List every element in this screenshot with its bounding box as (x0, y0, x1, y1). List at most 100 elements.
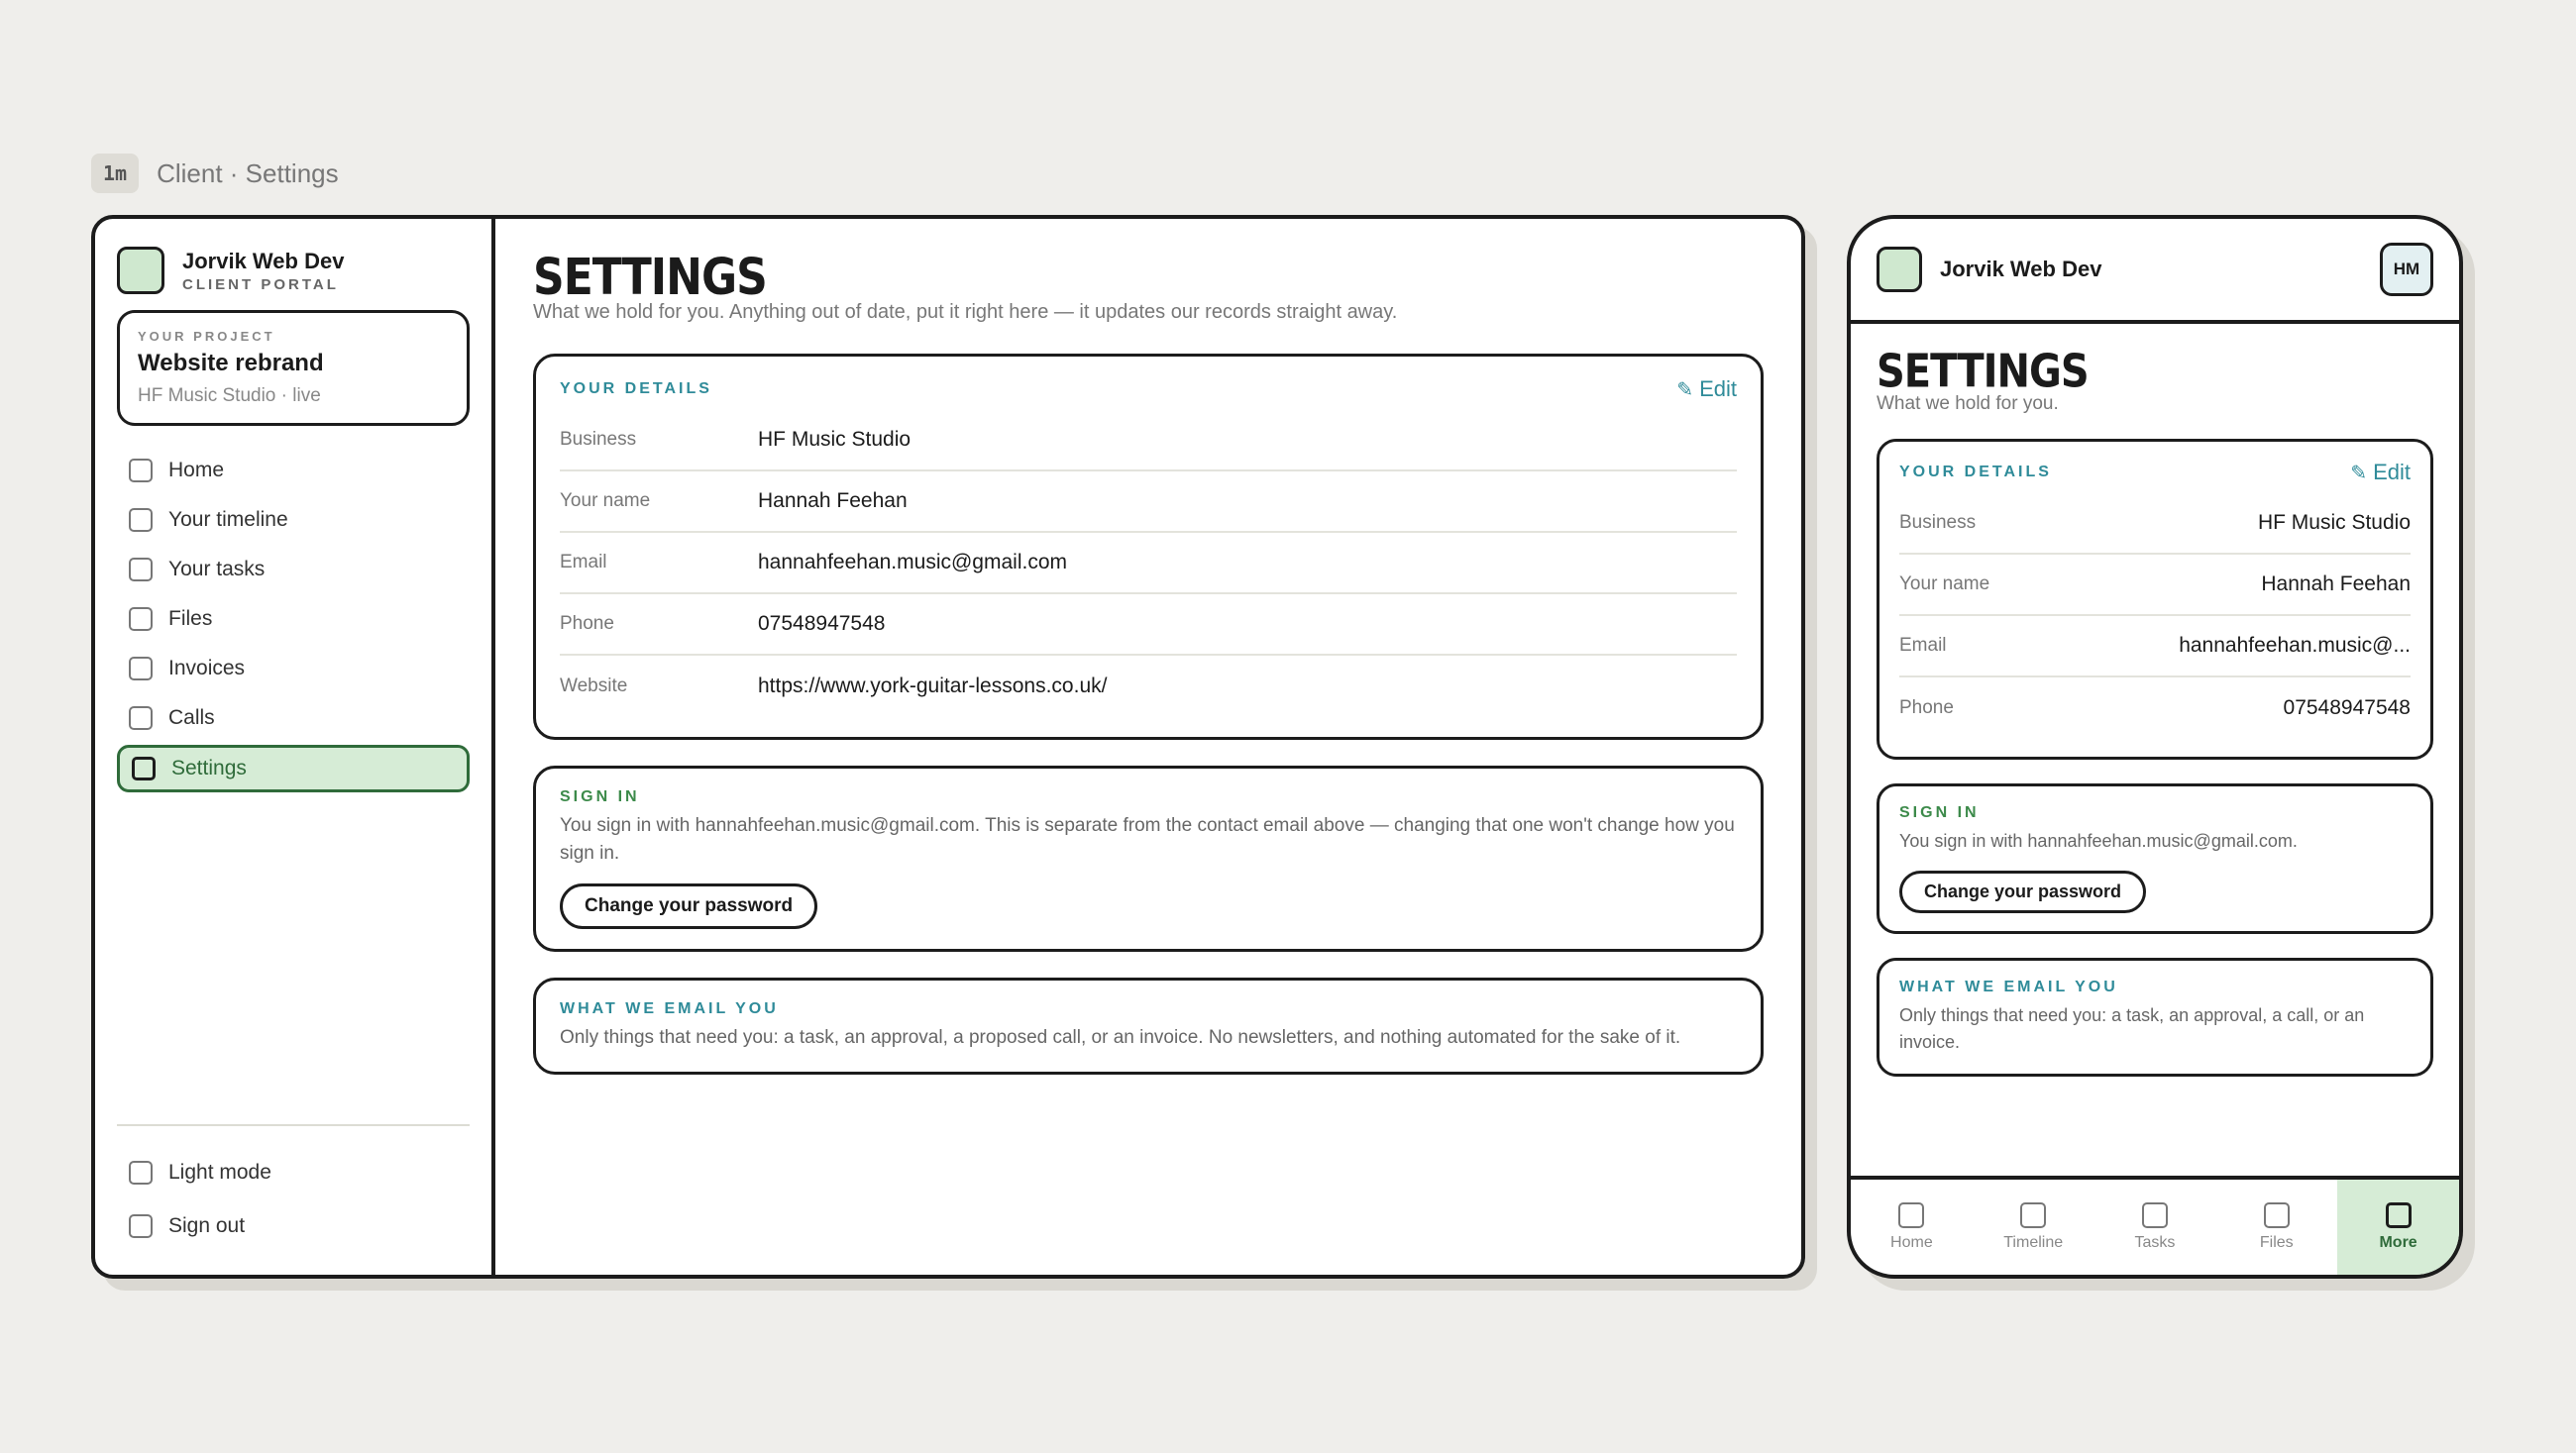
detail-key: Phone (560, 613, 614, 634)
detail-value: https://www.york-guitar-lessons.co.uk/ (758, 675, 1108, 697)
emails-card: WHAT WE EMAIL YOU Only things that need … (533, 978, 1764, 1075)
main-content: SETTINGS What we hold for you. Anything … (495, 219, 1801, 1275)
edit-details-button[interactable]: ✎ Edit (1676, 376, 1737, 402)
brand: Jorvik Web Dev CLIENT PORTAL (117, 247, 470, 294)
project-meta: HF Music Studio · live (138, 385, 321, 406)
brand-name: Jorvik Web Dev (182, 248, 345, 273)
tab-more[interactable]: More (2337, 1180, 2459, 1275)
logo-icon (117, 247, 164, 294)
desktop-frame: Jorvik Web Dev CLIENT PORTAL YOUR PROJEC… (91, 215, 1805, 1279)
mobile-tab-bar: Home Timeline Tasks Files More (1851, 1176, 2459, 1275)
sign-out-icon (129, 1214, 153, 1238)
brand-name: Jorvik Web Dev (1940, 257, 2102, 281)
pencil-icon: ✎ (2350, 462, 2368, 484)
sidebar-item-timeline[interactable]: Your timeline (117, 495, 470, 545)
detail-key: Email (560, 552, 607, 572)
details-label: YOUR DETAILS (560, 380, 712, 397)
tab-files[interactable]: Files (2215, 1180, 2337, 1275)
detail-value: Hannah Feehan (758, 489, 908, 512)
timeline-icon (129, 508, 153, 532)
sidebar-item-settings[interactable]: Settings (117, 745, 470, 792)
sidebar-item-invoices[interactable]: Invoices (117, 644, 470, 693)
detail-row: Business HF Music Studio (1899, 493, 2411, 555)
edit-label: Edit (1699, 376, 1737, 401)
detail-value: Hannah Feehan (2261, 572, 2411, 595)
home-icon (129, 459, 153, 482)
detail-row: Your name Hannah Feehan (560, 471, 1737, 533)
emails-card: WHAT WE EMAIL YOU Only things that need … (1877, 958, 2433, 1077)
screen-code: 1m (91, 154, 140, 193)
sidebar-item-label: Your tasks (168, 558, 266, 580)
project-name: Website rebrand (138, 350, 324, 376)
screen-title: Client · Settings (157, 157, 339, 188)
mobile-header: Jorvik Web Dev HM (1851, 219, 2459, 324)
light-mode-label: Light mode (168, 1161, 271, 1184)
detail-row: Business HF Music Studio (560, 410, 1737, 471)
edit-details-button[interactable]: ✎ Edit (2350, 460, 2411, 485)
emails-label: WHAT WE EMAIL YOU (560, 1000, 779, 1017)
edit-label: Edit (2373, 460, 2411, 484)
tasks-icon (129, 558, 153, 581)
detail-row: Email hannahfeehan.music@... (1899, 616, 2411, 677)
detail-key: Business (560, 429, 637, 450)
sidebar-footer: Light mode Sign out (117, 1124, 470, 1253)
details-label: YOUR DETAILS (1899, 464, 2052, 480)
sidebar-nav: Home Your timeline Your tasks Files Invo… (117, 446, 470, 1124)
detail-row: Email hannahfeehan.music@gmail.com (560, 533, 1737, 594)
tab-label: Files (2259, 1234, 2294, 1251)
emails-text: Only things that need you: a task, an ap… (560, 1027, 1681, 1048)
page-title: SETTINGS (1877, 346, 2090, 398)
sidebar: Jorvik Web Dev CLIENT PORTAL YOUR PROJEC… (95, 219, 495, 1275)
more-icon (2385, 1202, 2412, 1228)
tab-label: More (2379, 1234, 2417, 1251)
home-icon (1898, 1202, 1925, 1228)
detail-row: Phone 07548947548 (1899, 677, 2411, 739)
project-label: YOUR PROJECT (138, 329, 275, 344)
change-password-button[interactable]: Change your password (1899, 871, 2147, 913)
avatar[interactable]: HM (2380, 243, 2433, 296)
tab-label: Tasks (2134, 1234, 2176, 1251)
project-card[interactable]: YOUR PROJECT Website rebrand HF Music St… (117, 310, 470, 426)
sidebar-item-label: Your timeline (168, 508, 288, 531)
emails-text: Only things that need you: a task, an ap… (1899, 1005, 2365, 1052)
detail-row: Website https://www.york-guitar-lessons.c… (560, 656, 1737, 717)
sidebar-item-label: Home (168, 459, 225, 481)
tab-tasks[interactable]: Tasks (2094, 1180, 2216, 1275)
sign-out-button[interactable]: Sign out (117, 1199, 470, 1253)
detail-value: hannahfeehan.music@... (2179, 634, 2411, 657)
detail-key: Email (1899, 635, 1947, 656)
sidebar-item-home[interactable]: Home (117, 446, 470, 495)
detail-key: Business (1899, 512, 1977, 533)
detail-value: hannahfeehan.music@gmail.com (758, 551, 1067, 573)
change-password-button[interactable]: Change your password (560, 883, 818, 929)
sidebar-item-label: Settings (171, 757, 247, 779)
light-mode-icon (129, 1161, 153, 1185)
detail-value: 07548947548 (758, 612, 886, 635)
pencil-icon: ✎ (1676, 378, 1694, 401)
signin-text: You sign in with hannahfeehan.music@gmai… (1899, 831, 2298, 851)
invoices-icon (129, 657, 153, 680)
calls-icon (129, 706, 153, 730)
page-title: SETTINGS (533, 249, 768, 307)
files-icon (2263, 1202, 2290, 1228)
sidebar-item-label: Calls (168, 706, 215, 729)
sidebar-item-tasks[interactable]: Your tasks (117, 545, 470, 594)
detail-value: HF Music Studio (758, 428, 912, 451)
detail-row: Your name Hannah Feehan (1899, 555, 2411, 616)
emails-label: WHAT WE EMAIL YOU (1899, 979, 2118, 995)
tab-home[interactable]: Home (1851, 1180, 1973, 1275)
tab-timeline[interactable]: Timeline (1973, 1180, 2094, 1275)
sidebar-item-label: Invoices (168, 657, 246, 679)
mobile-frame: Jorvik Web Dev HM SETTINGS What we hold … (1847, 215, 2463, 1279)
mobile-content: SETTINGS What we hold for you. YOUR DETA… (1851, 324, 2459, 1176)
light-mode-toggle[interactable]: Light mode (117, 1146, 470, 1199)
sidebar-item-files[interactable]: Files (117, 594, 470, 644)
signin-text: You sign in with hannahfeehan.music@gmai… (560, 815, 1735, 864)
sidebar-item-calls[interactable]: Calls (117, 693, 470, 743)
sidebar-item-label: Files (168, 607, 213, 630)
sign-out-label: Sign out (168, 1214, 246, 1237)
timeline-icon (2020, 1202, 2047, 1228)
details-card: YOUR DETAILS ✎ Edit Business HF Music Stud… (1877, 439, 2433, 760)
signin-card: SIGN IN You sign in with hannahfeehan.mu… (533, 766, 1764, 952)
signin-card: SIGN IN You sign in with hannahfeehan.mu… (1877, 783, 2433, 934)
